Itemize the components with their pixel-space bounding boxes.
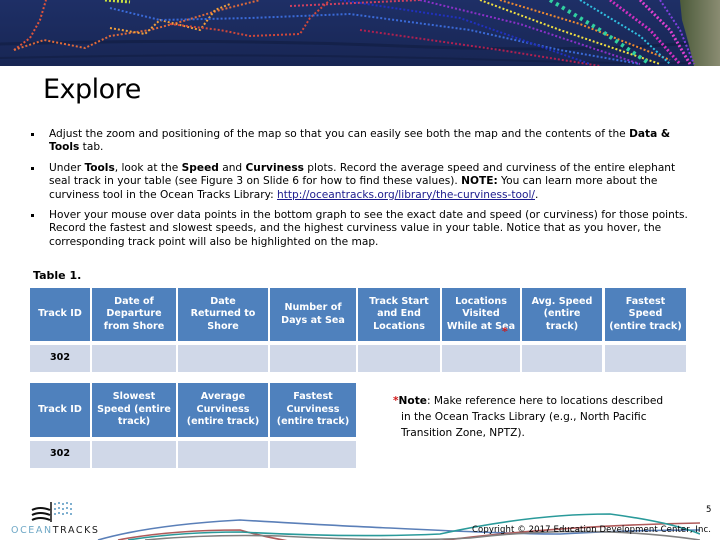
- instruction-item: Under Tools, look at the Speed and Curvi…: [30, 162, 690, 202]
- cell-track-id: 302: [30, 441, 90, 468]
- cell-days-at-sea[interactable]: [270, 345, 356, 372]
- instruction-text: Adjust the zoom and positioning of the m…: [49, 128, 671, 154]
- header-locations-visited: Locations Visited While at Sea: [442, 288, 520, 341]
- cell-fastest-speed[interactable]: [605, 345, 686, 372]
- instruction-text: Hover your mouse over data points in the…: [49, 209, 688, 248]
- bullet-icon: [31, 166, 34, 170]
- header-fastest-curviness: Fastest Curviness (entire track): [270, 383, 356, 437]
- instruction-item: Hover your mouse over data points in the…: [30, 209, 690, 249]
- instruction-text: Under Tools, look at the Speed and Curvi…: [49, 161, 676, 201]
- header-average-curviness: Average Curviness (entire track): [178, 383, 268, 437]
- page-number: 5: [706, 505, 712, 515]
- copyright-text: Copyright © 2017 Education Development C…: [472, 525, 712, 535]
- header-slowest-speed: Slowest Speed (entire track): [92, 383, 176, 437]
- bullet-icon: [31, 133, 34, 136]
- curviness-tool-link[interactable]: http://oceantracks.org/library/the-curvi…: [277, 189, 535, 201]
- cell-start-end-locations[interactable]: [358, 345, 440, 372]
- cell-avg-speed[interactable]: [522, 345, 602, 372]
- header-fastest-speed: Fastest Speed (entire track): [605, 288, 686, 341]
- header-start-end-locations: Track Start and End Locations: [358, 288, 440, 341]
- header-track-id: Track ID: [30, 383, 90, 437]
- cell-slowest-speed[interactable]: [92, 441, 176, 468]
- footnote: *Note: Make reference here to locations …: [393, 395, 664, 439]
- note-label: Note: [398, 395, 427, 407]
- cell-average-curviness[interactable]: [178, 441, 268, 468]
- cell-locations-visited[interactable]: [442, 345, 520, 372]
- cell-departure-date[interactable]: [92, 345, 176, 372]
- header-avg-speed: Avg. Speed (entire track): [522, 288, 602, 341]
- cell-return-date[interactable]: [178, 345, 268, 372]
- header-days-at-sea: Number of Days at Sea: [270, 288, 356, 341]
- bullet-icon: [31, 214, 34, 218]
- table-caption: Table 1.: [33, 269, 82, 282]
- instruction-list: Adjust the zoom and positioning of the m…: [30, 128, 690, 255]
- header-departure-date: Date of Departure from Shore: [92, 288, 176, 341]
- cell-fastest-curviness[interactable]: [270, 441, 356, 468]
- waves-flag-icon: [31, 502, 72, 522]
- instruction-item: Adjust the zoom and positioning of the m…: [30, 128, 690, 155]
- logo-text-ocean: OCEAN: [11, 525, 53, 536]
- header-track-id: Track ID: [30, 288, 90, 341]
- asterisk-marker: *: [502, 325, 508, 338]
- slide-title: Explore: [43, 74, 141, 105]
- cell-track-id: 302: [30, 345, 90, 372]
- ocean-map-image: [0, 0, 720, 66]
- header-return-date: Date Returned to Shore: [178, 288, 268, 341]
- header-map-banner: [0, 0, 720, 66]
